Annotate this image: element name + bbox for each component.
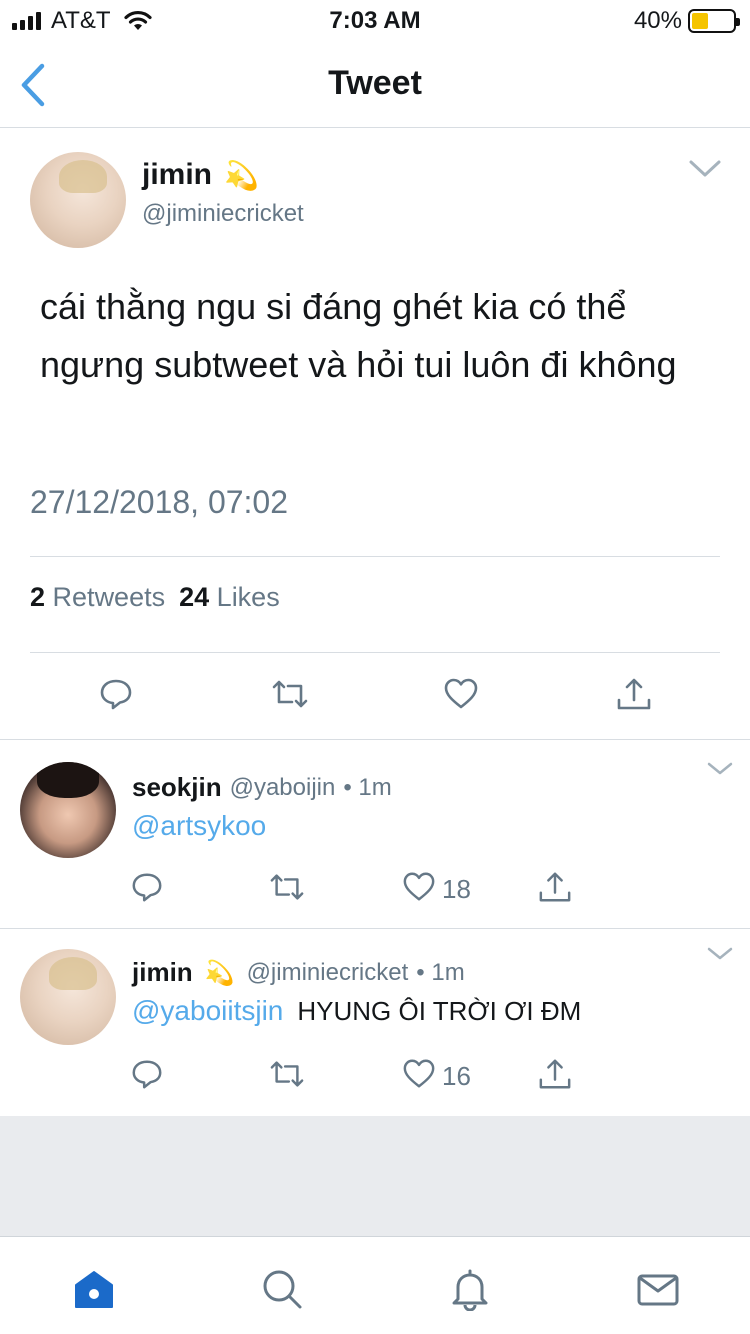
empty-area (0, 1116, 750, 1236)
battery-icon (688, 9, 740, 33)
tab-bar (0, 1236, 750, 1334)
reply-author-handle[interactable]: @yaboijin (230, 774, 336, 802)
tweet-text: cái thằng ngu si đáng ghét kia có thể ng… (40, 286, 677, 385)
status-bar: AT&T 7:03 AM 40% (0, 0, 750, 40)
reply-time: • 1m (343, 773, 392, 801)
battery-percent: 40% (633, 7, 682, 34)
author-name-row[interactable]: jimin 💫 (142, 158, 259, 192)
retweet-icon[interactable] (268, 870, 304, 906)
reply-header: seokjin @yaboijin • 1m (132, 772, 392, 803)
messages-icon[interactable] (636, 1267, 680, 1311)
share-icon[interactable] (538, 1057, 574, 1093)
retweet-icon[interactable] (270, 676, 308, 712)
reply-text: @yaboiitsjin HYUNG ÔI TRỜI ƠI ĐM (132, 995, 581, 1027)
reply-header: jimin 💫 @jiminiecricket • 1m (132, 957, 465, 988)
reply-actions: 16 (0, 1057, 750, 1097)
reply-icon[interactable] (130, 1057, 164, 1093)
avatar[interactable] (30, 152, 126, 248)
notifications-icon[interactable] (448, 1267, 492, 1311)
divider (30, 652, 720, 653)
divider (30, 556, 720, 557)
tweet-timestamp: 27/12/2018, 07:02 (30, 484, 289, 520)
battery-level (692, 13, 708, 29)
mention-link[interactable]: @yaboiitsjin (132, 995, 283, 1027)
author-name: jimin (142, 158, 213, 191)
dizzy-emoji-icon: 💫 (204, 958, 235, 987)
main-tweet: jimin 💫 @jiminiecricket cái thằng ngu si… (0, 128, 750, 740)
retweets-stat[interactable]: 2 Retweets (30, 582, 165, 613)
like-count: 16 (442, 1061, 471, 1091)
likes-stat[interactable]: 24 Likes (179, 582, 280, 613)
reply-body-text: HYUNG ÔI TRỜI ƠI ĐM (297, 995, 582, 1026)
chevron-down-icon[interactable] (688, 158, 722, 180)
author-handle[interactable]: @jiminiecricket (142, 200, 304, 228)
home-icon[interactable] (72, 1267, 116, 1311)
like-icon[interactable] (443, 676, 479, 712)
like-icon[interactable] (402, 1057, 438, 1093)
reply-icon[interactable] (130, 870, 164, 906)
nav-bar: Tweet (0, 40, 750, 128)
reply-actions: 18 (0, 870, 750, 910)
like-count: 18 (442, 874, 471, 904)
avatar[interactable] (20, 762, 116, 858)
tweet-actions (0, 676, 750, 720)
avatar[interactable] (20, 949, 116, 1045)
mention-link[interactable]: @artsykoo (132, 810, 266, 842)
like-icon[interactable] (402, 870, 438, 906)
share-icon[interactable] (616, 676, 652, 712)
tweet-stats: 2 Retweets 24 Likes (30, 582, 280, 613)
page-title: Tweet (328, 64, 422, 102)
search-icon[interactable] (260, 1267, 304, 1311)
reply-text: @artsykoo (132, 810, 280, 842)
share-icon[interactable] (538, 870, 574, 906)
chevron-down-icon[interactable] (706, 945, 734, 967)
reply-author-name[interactable]: seokjin (132, 772, 222, 803)
reply-author-name[interactable]: jimin (132, 957, 193, 988)
dizzy-emoji-icon: 💫 (224, 158, 259, 192)
status-right: 40% (633, 7, 740, 35)
reply-tweet[interactable]: jimin 💫 @jiminiecricket • 1m @yaboiitsji… (0, 929, 750, 1116)
chevron-down-icon[interactable] (706, 760, 734, 782)
reply-time: • 1m (416, 958, 465, 986)
tweet-detail-screen: AT&T 7:03 AM 40% Tweet jimin 💫 @jiminiec… (0, 0, 750, 1334)
reply-tweet[interactable]: seokjin @yaboijin • 1m @artsykoo 18 (0, 740, 750, 928)
retweet-icon[interactable] (268, 1057, 304, 1093)
reply-author-handle[interactable]: @jiminiecricket (247, 959, 409, 987)
reply-icon[interactable] (98, 676, 134, 712)
